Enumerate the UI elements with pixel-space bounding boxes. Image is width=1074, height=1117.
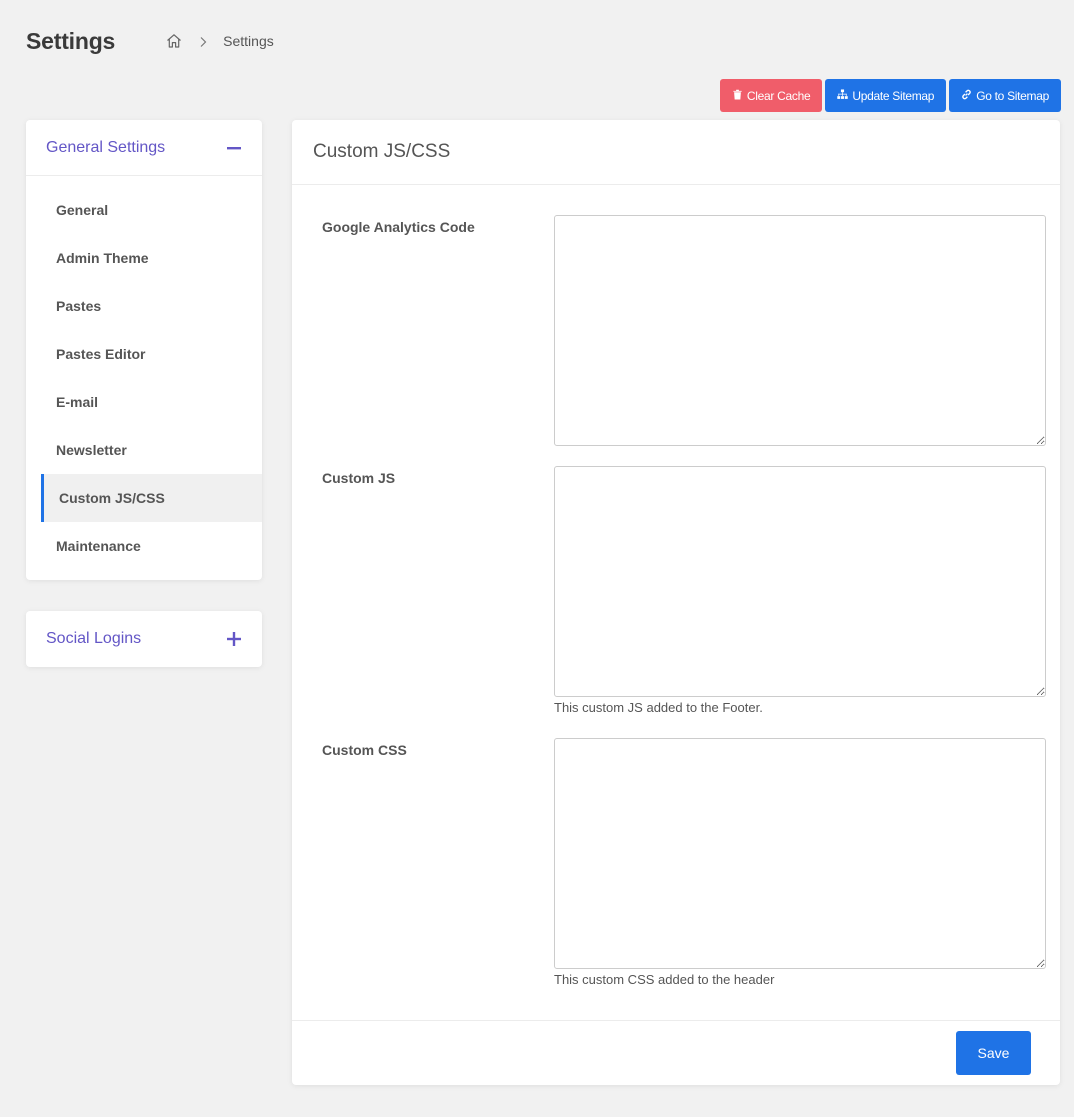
top-actions: Clear Cache Update Sitemap Go to Sitemap: [719, 79, 1061, 112]
form-footer: Save: [292, 1020, 1060, 1085]
trash-icon: [732, 89, 743, 103]
ga-code-textarea[interactable]: [554, 215, 1046, 446]
settings-menu: General Admin Theme Pastes Pastes Editor…: [26, 176, 262, 570]
sidebar-item-maintenance[interactable]: Maintenance: [26, 522, 262, 570]
custom-css-label: Custom CSS: [322, 742, 407, 758]
general-settings-panel: General Settings General Admin Theme Pas…: [26, 120, 262, 580]
plus-icon[interactable]: [226, 631, 242, 647]
page-header: Settings Settings: [26, 26, 274, 56]
ga-label: Google Analytics Code: [322, 219, 475, 235]
social-logins-header[interactable]: Social Logins: [26, 611, 262, 667]
custom-css-help: This custom CSS added to the header: [554, 972, 775, 987]
sidebar-item-label: Pastes: [56, 298, 102, 314]
page-title: Settings: [26, 27, 116, 54]
minus-icon[interactable]: [226, 140, 242, 156]
chevron-right-icon: [197, 35, 209, 47]
sidebar-item-pastes-editor[interactable]: Pastes Editor: [26, 330, 262, 378]
home-icon[interactable]: [165, 32, 183, 50]
general-settings-title: General Settings: [46, 138, 166, 156]
sidebar-item-email[interactable]: E-mail: [26, 378, 262, 426]
sidebar-item-pastes[interactable]: Pastes: [26, 282, 262, 330]
sidebar-item-label: Maintenance: [56, 538, 141, 554]
sidebar-item-general[interactable]: General: [26, 186, 262, 234]
sidebar-item-label: Newsletter: [56, 442, 127, 458]
custom-css-textarea[interactable]: [554, 738, 1046, 969]
social-logins-panel: Social Logins: [26, 611, 262, 667]
clear-cache-button[interactable]: Clear Cache: [719, 79, 823, 112]
custom-js-help: This custom JS added to the Footer.: [554, 700, 763, 715]
sidebar-item-newsletter[interactable]: Newsletter: [26, 426, 262, 474]
clear-cache-label: Clear Cache: [746, 88, 811, 103]
form-title: Custom JS/CSS: [292, 120, 1060, 185]
general-settings-header[interactable]: General Settings: [26, 120, 262, 176]
sidebar-item-admin-theme[interactable]: Admin Theme: [26, 234, 262, 282]
breadcrumb-current: Settings: [223, 33, 274, 49]
update-sitemap-button[interactable]: Update Sitemap: [825, 79, 947, 112]
sidebar-item-label: Custom JS/CSS: [59, 490, 165, 506]
save-button[interactable]: Save: [956, 1031, 1031, 1075]
sitemap-icon: [837, 88, 849, 103]
update-sitemap-label: Update Sitemap: [852, 88, 935, 103]
sidebar-item-label: General: [56, 202, 109, 218]
custom-js-css-form: Custom JS/CSS Google Analytics Code Cust…: [292, 120, 1060, 1085]
custom-js-label: Custom JS: [322, 470, 396, 486]
breadcrumb: Settings: [165, 32, 274, 50]
link-icon: [961, 89, 972, 103]
sidebar-item-custom-js-css[interactable]: Custom JS/CSS: [41, 474, 262, 522]
sidebar-item-label: Admin Theme: [56, 250, 149, 266]
sidebar-item-label: Pastes Editor: [56, 346, 146, 362]
go-to-sitemap-label: Go to Sitemap: [976, 88, 1049, 103]
social-logins-title: Social Logins: [46, 630, 142, 647]
go-to-sitemap-button[interactable]: Go to Sitemap: [949, 79, 1061, 112]
custom-js-textarea[interactable]: [554, 466, 1046, 697]
sidebar-item-label: E-mail: [56, 394, 99, 410]
